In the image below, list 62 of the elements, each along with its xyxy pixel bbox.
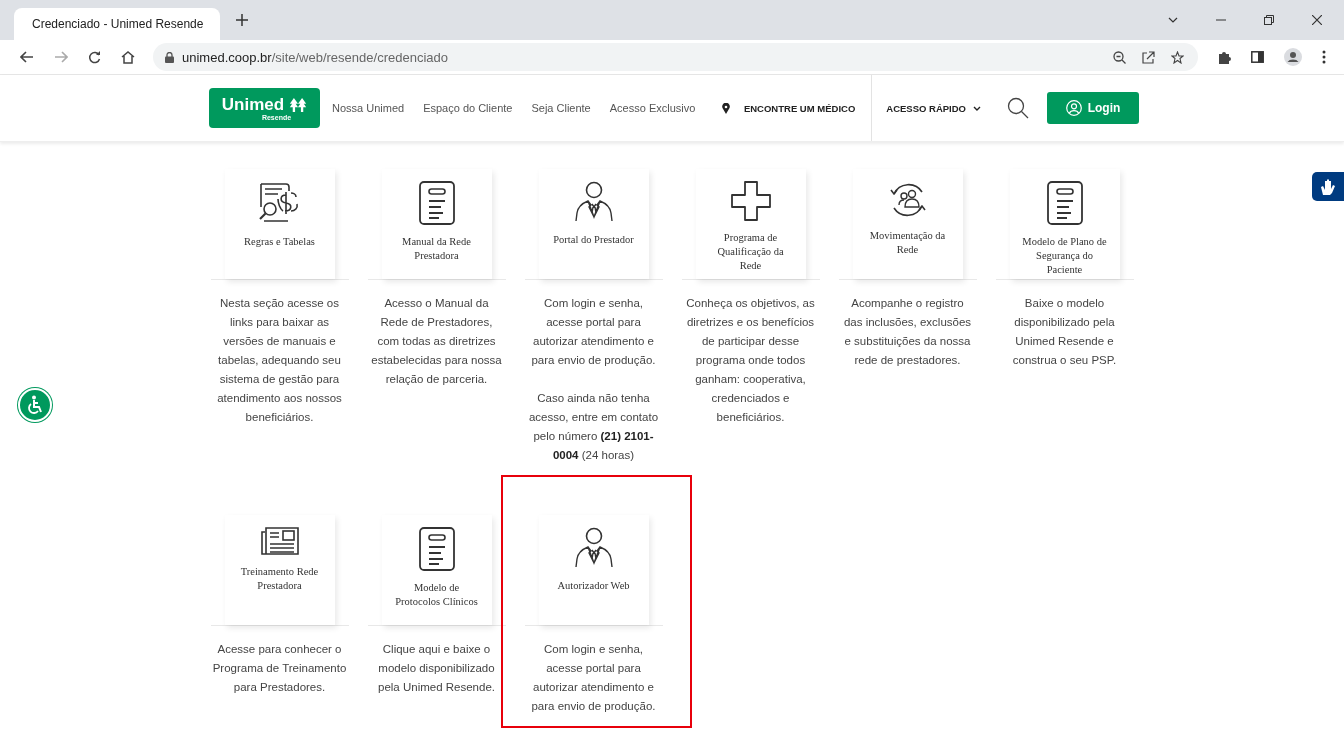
user-icon [1065,100,1082,116]
card[interactable]: Treinamento Rede Prestadora [224,515,335,625]
close-icon[interactable] [1312,15,1322,25]
card[interactable]: Portal do Prestador [538,169,649,279]
hand-icon [1319,177,1337,196]
chevron-down-icon [973,105,981,111]
home-icon[interactable] [121,50,135,64]
description: Com login e senha, acesse portal para autorizar atendimento e para envio de produção. [530,296,657,368]
newspaper-icon [259,527,300,555]
reload-icon[interactable] [88,50,101,64]
nav-link[interactable]: Espaço do Cliente [423,102,513,114]
card[interactable]: Modelo de Plano de Segurança do Paciente [1009,169,1120,279]
description: Acesse para conhecer o Programa de Treinamento para Prestadores. [212,642,347,695]
search-icon[interactable] [1007,97,1029,119]
puzzle-icon[interactable] [1218,50,1231,64]
description: Acompanhe o registro das inclusões, exclusões e substituições da nossa rede de prestadores. [842,296,973,368]
people-cycle-icon [887,181,928,219]
plus-icon[interactable] [236,14,248,26]
card[interactable]: Manual da Rede Prestadora [381,169,492,279]
quick-access-menu[interactable]: ACESSO RÁPIDO [886,102,981,114]
star-icon[interactable] [1171,50,1184,64]
card[interactable]: Regras e Tabelas [224,169,335,279]
document-icon [418,181,455,225]
nav-link[interactable]: Seja Cliente [531,102,591,114]
chevron-down-icon[interactable] [1168,17,1178,23]
side-panel-icon[interactable] [1251,51,1264,63]
description: Acesso o Manual da Rede de Prestadores, com todas as diretrizes estabelecidas para nossa relação de parceria. [370,296,503,387]
address-field[interactable]: unimed.coop.br/site/web/resende/credenciado [153,43,1198,71]
back-icon[interactable] [20,51,34,63]
person-icon [573,527,614,569]
nav-link[interactable]: Nossa Unimed [332,102,405,114]
lock-icon [165,51,174,63]
menu-icon[interactable] [1322,50,1326,64]
tab-title: Credenciado - Unimed Resende [32,17,204,31]
card[interactable]: Programa de Qualificação da Rede [695,169,806,279]
login-button[interactable]: Login [1047,92,1139,124]
profile-icon[interactable] [1284,48,1302,66]
document-icon [418,527,455,571]
location-pin-icon [721,102,730,114]
cross-icon [730,181,771,221]
restore-icon[interactable] [1264,15,1274,25]
share-icon[interactable] [1142,50,1155,64]
zoom-out-icon[interactable] [1113,50,1126,64]
description: Caso ainda não tenha acesso, entre em contato pelo número (21) 2101-0004 (24 horas) [527,391,660,463]
description: Nesta seção acesse os links para baixar as versões de manuais e tabelas, adequando seu sistema de gestão para atendimento aos nossos beneficiários. [216,296,343,425]
description: Baixe o modelo disponibilizado pela Unimed Resende e construa o seu PSP. [1011,296,1118,368]
description: Com login e senha, acesse portal para autorizar atendimento e para envio de produção. [530,642,657,714]
description: Clique aqui e baixe o modelo disponibilizado pela Unimed Resende. [377,642,496,695]
document-icon [1046,181,1083,225]
card[interactable]: Autorizador Web [538,515,649,625]
accessibility-button[interactable] [18,388,52,422]
card[interactable]: Movimentação da Rede [852,169,963,279]
card[interactable]: Modelo de Protocolos Clínicos [381,515,492,625]
nav-link[interactable]: Acesso Exclusivo [609,102,696,114]
tree-icon [289,97,308,112]
description: Conheça os objetivos, as diretrizes e os benefícios de participar desse programa onde todos ganham: cooperativa, credenciados e beneficiários. [685,296,816,425]
wheelchair-icon [26,395,44,415]
browser-tab[interactable]: Credenciado - Unimed Resende [14,8,220,40]
url-text: unimed.coop.br/site/web/resende/credenciado [182,49,448,65]
find-doctor-link[interactable]: ENCONTRE UM MÉDICO [743,102,856,114]
sign-language-button[interactable] [1312,172,1344,201]
person-icon [573,181,614,223]
